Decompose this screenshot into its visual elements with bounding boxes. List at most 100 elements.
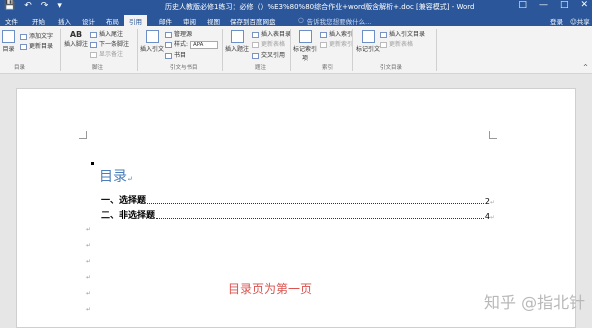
leader-dots	[156, 218, 484, 219]
table-of-figures-icon	[252, 31, 259, 38]
tab-design[interactable]: 设计	[82, 16, 95, 26]
citation-style-select[interactable]: 样式: APA	[165, 39, 218, 49]
insert-toa-button[interactable]: 插入引文目录	[380, 29, 425, 38]
toc-icon	[2, 30, 15, 43]
tab-baidu-netdisk[interactable]: 保存到百度网盘	[230, 16, 276, 26]
footnote-icon: AB	[69, 30, 83, 39]
tab-view[interactable]: 视图	[207, 16, 220, 26]
insert-endnote-button[interactable]: 插入尾注	[90, 29, 123, 38]
toc-button[interactable]: 目录	[2, 30, 15, 53]
group-label-citations: 引文与书目	[170, 65, 198, 71]
insert-tof-button[interactable]: 插入表目录	[252, 29, 291, 38]
cross-reference-icon	[252, 52, 259, 59]
divider	[222, 29, 223, 71]
share-button[interactable]: ☺共享	[570, 16, 590, 26]
caption-text: 目录页为第一页	[228, 282, 313, 296]
toc-entry[interactable]: 一、选择题 2 ↵	[101, 193, 495, 206]
empty-paragraph-mark: ↵	[86, 274, 92, 281]
citation-icon	[145, 30, 159, 43]
insert-caption-button[interactable]: 插入题注	[225, 30, 249, 53]
undo-icon[interactable]: ↶	[24, 1, 32, 11]
endnote-icon	[90, 31, 97, 38]
save-icon[interactable]: 💾	[4, 1, 15, 11]
paragraph-mark: ↵	[489, 214, 495, 221]
tab-mailings[interactable]: 邮件	[159, 16, 172, 26]
tab-insert[interactable]: 插入	[58, 16, 71, 26]
style-icon	[165, 41, 172, 48]
watermark: 知乎 @指北针	[484, 293, 586, 312]
tell-me-search[interactable]: ○ 告诉我您想要做什么...	[298, 16, 371, 26]
empty-paragraph-mark: ↵	[86, 258, 92, 265]
show-notes-icon	[90, 51, 97, 58]
update-toc-button[interactable]: 更新目录	[20, 41, 53, 50]
ribbon-display-icon[interactable]: □	[518, 0, 527, 10]
ribbon-references: 目录 添加文字 更新目录 目录 AB 插入脚注 插入尾注 下一条脚注 显示备注 …	[0, 26, 592, 74]
empty-paragraph-mark: ↵	[86, 226, 92, 233]
paragraph-bullet	[91, 162, 94, 165]
index-icon	[320, 31, 327, 38]
add-text-button[interactable]: 添加文字	[20, 31, 53, 40]
lightbulb-icon: ○	[298, 16, 304, 24]
sign-in-link[interactable]: 登录	[550, 16, 563, 26]
tab-references[interactable]: 引用	[124, 15, 147, 26]
close-icon[interactable]: ✕	[580, 0, 588, 10]
margin-mark	[79, 131, 87, 139]
toc-heading[interactable]: 目录↵	[99, 166, 133, 186]
update-toa-button[interactable]: 更新表格	[380, 39, 413, 48]
toc-entry[interactable]: 二、非选择题 4 ↵	[101, 208, 495, 221]
refresh-icon	[20, 43, 27, 50]
divider	[60, 29, 61, 71]
update-table-button[interactable]: 更新表格	[252, 39, 285, 48]
maximize-icon[interactable]: □	[560, 0, 569, 10]
group-label-toa: 引文目录	[380, 65, 403, 71]
mark-citation-icon	[361, 30, 375, 43]
add-text-icon	[20, 33, 27, 40]
divider	[436, 29, 437, 71]
title-bar: 💾 ↶ ↷ ▾ 历史人教版必修1练习：必修（）%E3%80%80综合作业+wor…	[0, 0, 592, 14]
group-label-captions: 题注	[255, 65, 267, 71]
update-table-icon	[252, 41, 259, 48]
margin-mark	[489, 131, 497, 139]
tab-layout[interactable]: 布局	[106, 16, 119, 26]
next-footnote-button[interactable]: 下一条脚注	[90, 39, 129, 48]
insert-citation-button[interactable]: 插入引文	[140, 30, 164, 53]
paragraph-mark: ↵	[127, 175, 133, 183]
mark-citation-button[interactable]: 标记引文	[356, 30, 380, 53]
paragraph-mark: ↵	[489, 199, 495, 206]
window-title: 历史人教版必修1练习：必修（）%E3%80%80综合作业+word版含解析+.d…	[165, 3, 475, 11]
insert-index-button[interactable]: 插入索引	[320, 29, 353, 38]
toa-icon	[380, 31, 387, 38]
mark-entry-icon	[298, 30, 312, 43]
empty-paragraph-mark: ↵	[86, 290, 92, 297]
bibliography-icon	[165, 52, 172, 59]
update-index-icon	[320, 41, 327, 48]
document-area: 目录↵ 一、选择题 2 ↵ 二、非选择题 4 ↵ ↵ ↵ ↵ ↵ ↵ ↵ 目录页…	[0, 74, 592, 328]
insert-footnote-button[interactable]: AB 插入脚注	[64, 30, 88, 48]
show-notes-button[interactable]: 显示备注	[90, 49, 123, 58]
manage-sources-button[interactable]: 管理源	[165, 29, 192, 38]
window-controls: □ — □ ✕	[518, 0, 588, 10]
mark-entry-button[interactable]: 标记索引项	[293, 30, 317, 62]
tab-file[interactable]: 文件	[5, 16, 18, 26]
update-index-button[interactable]: 更新索引	[320, 39, 353, 48]
divider	[137, 29, 138, 71]
bibliography-button[interactable]: 书目	[165, 50, 186, 59]
update-toa-icon	[380, 41, 387, 48]
divider	[290, 29, 291, 71]
tab-review[interactable]: 审阅	[183, 16, 196, 26]
next-footnote-icon	[90, 41, 97, 48]
customize-icon[interactable]: ▾	[57, 1, 62, 11]
quick-access-toolbar: 💾 ↶ ↷ ▾	[4, 1, 62, 11]
ribbon-tabs: 文件 开始 插入 设计 布局 引用 邮件 审阅 视图 保存到百度网盘 ○ 告诉我…	[0, 14, 592, 26]
cross-reference-button[interactable]: 交叉引用	[252, 50, 285, 59]
redo-icon[interactable]: ↷	[41, 1, 49, 11]
caption-icon	[230, 30, 244, 43]
leader-dots	[147, 203, 484, 204]
group-label-footnotes: 脚注	[92, 65, 104, 71]
collapse-ribbon-icon[interactable]: ^	[583, 64, 588, 71]
empty-paragraph-mark: ↵	[86, 306, 92, 313]
minimize-icon[interactable]: —	[539, 0, 548, 10]
divider	[352, 29, 353, 71]
style-dropdown[interactable]: APA	[189, 40, 218, 49]
tab-home[interactable]: 开始	[32, 16, 45, 26]
